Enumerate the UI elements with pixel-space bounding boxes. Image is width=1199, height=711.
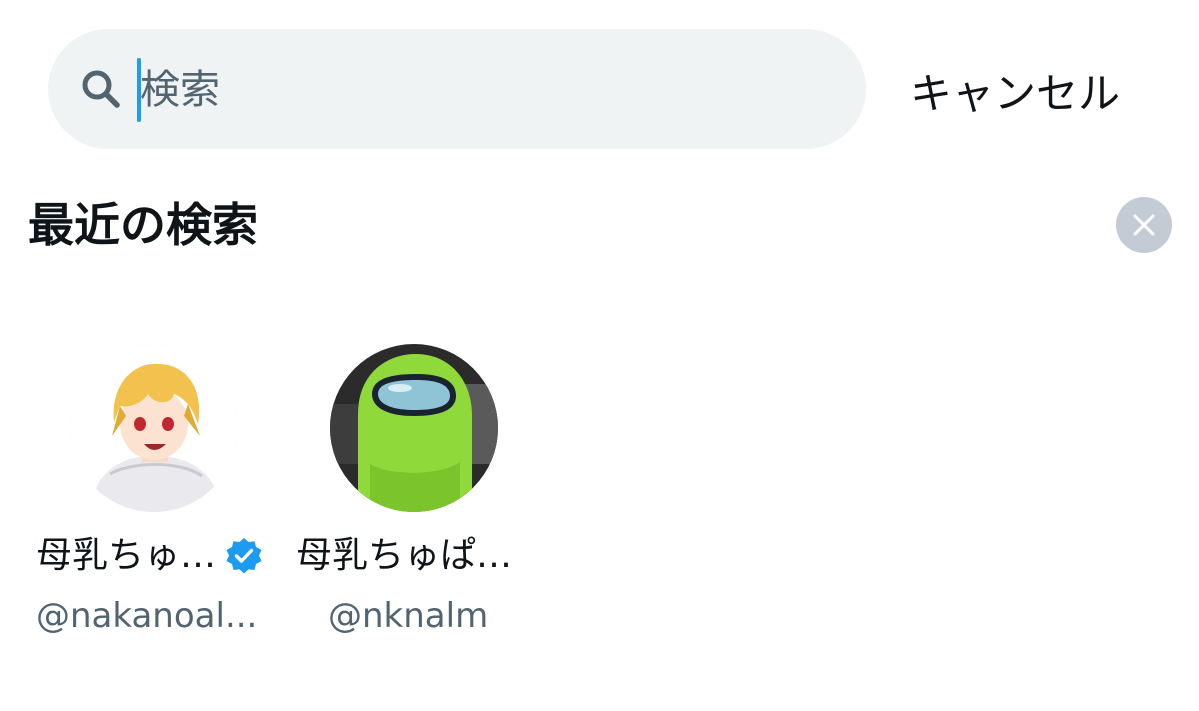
avatar bbox=[330, 344, 498, 512]
handle: @nakanoal... bbox=[36, 596, 258, 636]
search-input[interactable] bbox=[140, 55, 820, 125]
display-name-row: 母乳ちゅぱ… bbox=[296, 530, 512, 582]
close-icon bbox=[1133, 214, 1155, 236]
verified-badge-icon bbox=[226, 538, 262, 574]
recent-account-item[interactable]: 母乳ちゅ… @nakanoal... bbox=[36, 340, 296, 640]
handle: @nknalm bbox=[328, 596, 489, 636]
recent-searches-title: 最近の検索 bbox=[28, 198, 258, 252]
display-name: 母乳ちゅぱ… bbox=[296, 535, 513, 576]
cancel-button[interactable]: キャンセル bbox=[910, 55, 1160, 125]
text-cursor bbox=[137, 58, 141, 122]
display-name: 母乳ちゅ… bbox=[36, 535, 217, 576]
anime-character-avatar bbox=[70, 344, 238, 512]
display-name-row: 母乳ちゅ… bbox=[36, 530, 264, 582]
clear-recent-button[interactable] bbox=[1116, 197, 1172, 253]
green-plush-avatar bbox=[330, 344, 498, 512]
recent-account-item[interactable]: 母乳ちゅぱ… @nknalm bbox=[296, 340, 556, 640]
search-icon bbox=[82, 70, 120, 108]
avatar bbox=[70, 344, 238, 512]
